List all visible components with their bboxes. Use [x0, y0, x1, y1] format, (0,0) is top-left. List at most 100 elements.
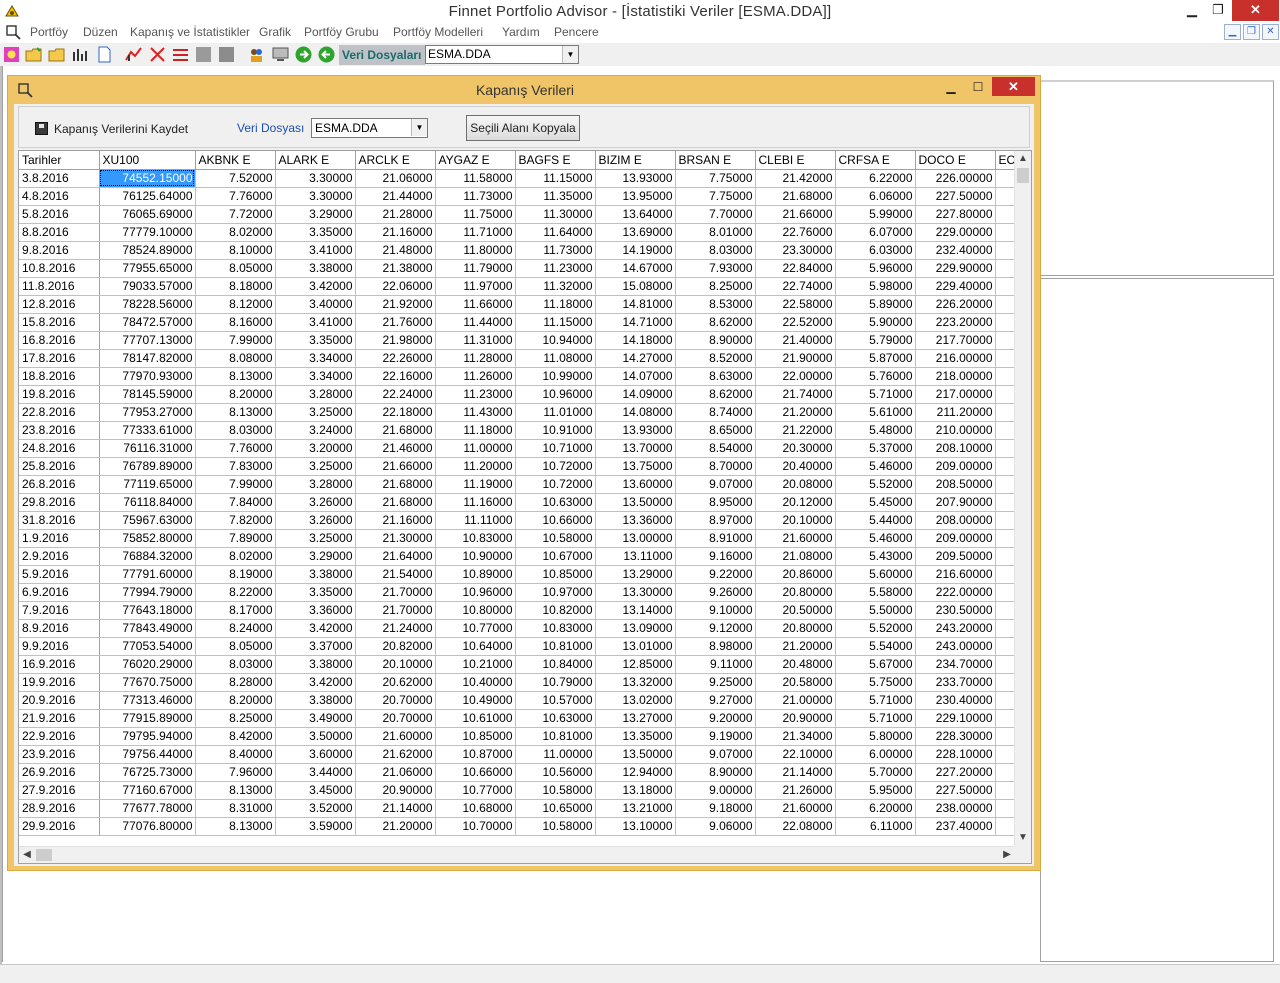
- minimize-button[interactable]: ▁: [1180, 0, 1204, 21]
- value-cell[interactable]: 5.52000: [835, 619, 916, 638]
- table-row[interactable]: 9.9.2016 77053.54000 8.05000 3.37000 20.8200…: [19, 637, 1020, 656]
- value-cell[interactable]: 5.70000: [835, 763, 916, 782]
- value-cell[interactable]: 10.83000: [515, 619, 596, 638]
- value-cell[interactable]: 6.07000: [835, 223, 916, 242]
- value-cell[interactable]: 77955.65000: [99, 259, 196, 278]
- table-row[interactable]: 5.9.2016 77791.60000 8.19000 3.38000 21.5400…: [19, 565, 1020, 584]
- chart-bars-icon[interactable]: [71, 46, 88, 63]
- value-cell[interactable]: 11.15000: [515, 313, 596, 332]
- value-cell[interactable]: 10.94000: [515, 331, 596, 350]
- value-cell[interactable]: 3.30000: [275, 169, 356, 188]
- value-cell[interactable]: 8.90000: [675, 331, 756, 350]
- value-cell[interactable]: 13.14000: [595, 601, 676, 620]
- value-cell[interactable]: 10.97000: [515, 583, 596, 602]
- column-header[interactable]: DOCO E: [915, 151, 996, 170]
- value-cell[interactable]: 21.20000: [755, 403, 836, 422]
- date-cell[interactable]: 25.8.2016: [19, 457, 100, 476]
- value-cell[interactable]: 13.18000: [595, 781, 676, 800]
- scroll-up-icon[interactable]: ▲: [1015, 151, 1031, 167]
- value-cell[interactable]: 8.02000: [195, 547, 276, 566]
- value-cell[interactable]: 22.74000: [755, 277, 836, 296]
- value-cell[interactable]: 21.60000: [755, 529, 836, 548]
- close-button[interactable]: ✕: [1232, 0, 1279, 21]
- column-header[interactable]: CLEBI E: [755, 151, 836, 170]
- value-cell[interactable]: 10.63000: [515, 709, 596, 728]
- date-cell[interactable]: 16.9.2016: [19, 655, 100, 674]
- value-cell[interactable]: 5.37000: [835, 439, 916, 458]
- value-cell[interactable]: 21.60000: [355, 727, 436, 746]
- table-row[interactable]: 5.8.2016 76065.69000 7.72000 3.29000 21.2800…: [19, 205, 1020, 224]
- table-row[interactable]: 6.9.2016 77994.79000 8.22000 3.35000 21.7000…: [19, 583, 1020, 602]
- value-cell[interactable]: 5.75000: [835, 673, 916, 692]
- vertical-scrollbar[interactable]: ▲ ▼: [1014, 151, 1031, 846]
- table-row[interactable]: 24.8.2016 76116.31000 7.76000 3.20000 21.460…: [19, 439, 1020, 458]
- value-cell[interactable]: 8.20000: [195, 691, 276, 710]
- value-cell[interactable]: 77677.78000: [99, 799, 196, 818]
- table-row[interactable]: 22.8.2016 77953.27000 8.13000 3.25000 22.180…: [19, 403, 1020, 422]
- value-cell[interactable]: 75967.63000: [99, 511, 196, 530]
- open-folder-alt-icon[interactable]: [48, 46, 65, 63]
- value-cell[interactable]: 228.30000: [915, 727, 996, 746]
- value-cell[interactable]: 10.79000: [515, 673, 596, 692]
- column-header[interactable]: XU100: [99, 151, 196, 170]
- date-cell[interactable]: 12.8.2016: [19, 295, 100, 314]
- value-cell[interactable]: 10.99000: [515, 367, 596, 386]
- value-cell[interactable]: 21.14000: [755, 763, 836, 782]
- value-cell[interactable]: 237.40000: [915, 817, 996, 836]
- value-cell[interactable]: 8.28000: [195, 673, 276, 692]
- value-cell[interactable]: 9.27000: [675, 691, 756, 710]
- value-cell[interactable]: 78524.89000: [99, 241, 196, 260]
- value-cell[interactable]: 7.75000: [675, 187, 756, 206]
- value-cell[interactable]: 10.91000: [515, 421, 596, 440]
- table-row[interactable]: 21.9.2016 77915.89000 8.25000 3.49000 20.700…: [19, 709, 1020, 728]
- value-cell[interactable]: 8.42000: [195, 727, 276, 746]
- table-row[interactable]: 19.9.2016 77670.75000 8.28000 3.42000 20.620…: [19, 673, 1020, 692]
- closing-data-grid[interactable]: Tarihler XU100 AKBNK E ALARK E ARCLK E AYGAZ …: [18, 150, 1032, 864]
- date-cell[interactable]: 4.8.2016: [19, 187, 100, 206]
- value-cell[interactable]: 9.22000: [675, 565, 756, 584]
- value-cell[interactable]: 10.77000: [435, 781, 516, 800]
- value-cell[interactable]: 3.44000: [275, 763, 356, 782]
- scissors-chart-icon[interactable]: [149, 46, 166, 63]
- value-cell[interactable]: 10.21000: [435, 655, 516, 674]
- value-cell[interactable]: 14.27000: [595, 349, 676, 368]
- value-cell[interactable]: 22.00000: [755, 367, 836, 386]
- value-cell[interactable]: 6.11000: [835, 817, 916, 836]
- date-cell[interactable]: 7.9.2016: [19, 601, 100, 620]
- value-cell[interactable]: 209.00000: [915, 529, 996, 548]
- value-cell[interactable]: 10.96000: [435, 583, 516, 602]
- date-cell[interactable]: 26.9.2016: [19, 763, 100, 782]
- value-cell[interactable]: 210.00000: [915, 421, 996, 440]
- table-row[interactable]: 8.9.2016 77843.49000 8.24000 3.42000 21.2400…: [19, 619, 1020, 638]
- value-cell[interactable]: 21.48000: [355, 241, 436, 260]
- value-cell[interactable]: 5.79000: [835, 331, 916, 350]
- value-cell[interactable]: 21.68000: [355, 475, 436, 494]
- value-cell[interactable]: 10.58000: [515, 529, 596, 548]
- value-cell[interactable]: 7.75000: [675, 169, 756, 188]
- value-cell[interactable]: 11.75000: [435, 205, 516, 224]
- column-header[interactable]: AYGAZ E: [435, 151, 516, 170]
- value-cell[interactable]: 14.09000: [595, 385, 676, 404]
- value-cell[interactable]: 5.98000: [835, 277, 916, 296]
- value-cell[interactable]: 8.20000: [195, 385, 276, 404]
- value-cell[interactable]: 22.26000: [355, 349, 436, 368]
- value-cell[interactable]: 229.40000: [915, 277, 996, 296]
- value-cell[interactable]: 11.18000: [515, 295, 596, 314]
- value-cell[interactable]: 13.35000: [595, 727, 676, 746]
- monitor-icon[interactable]: [272, 46, 289, 63]
- value-cell[interactable]: 8.63000: [675, 367, 756, 386]
- value-cell[interactable]: 216.60000: [915, 565, 996, 584]
- value-cell[interactable]: 10.57000: [515, 691, 596, 710]
- date-cell[interactable]: 27.9.2016: [19, 781, 100, 800]
- value-cell[interactable]: 23.30000: [755, 241, 836, 260]
- value-cell[interactable]: 11.23000: [435, 385, 516, 404]
- child-system-menu-icon[interactable]: [6, 25, 22, 40]
- value-cell[interactable]: 77119.65000: [99, 475, 196, 494]
- value-cell[interactable]: 21.98000: [355, 331, 436, 350]
- value-cell[interactable]: 230.40000: [915, 691, 996, 710]
- value-cell[interactable]: 227.50000: [915, 187, 996, 206]
- value-cell[interactable]: 3.29000: [275, 547, 356, 566]
- value-cell[interactable]: 7.82000: [195, 511, 276, 530]
- value-cell[interactable]: 7.83000: [195, 457, 276, 476]
- value-cell[interactable]: 3.40000: [275, 295, 356, 314]
